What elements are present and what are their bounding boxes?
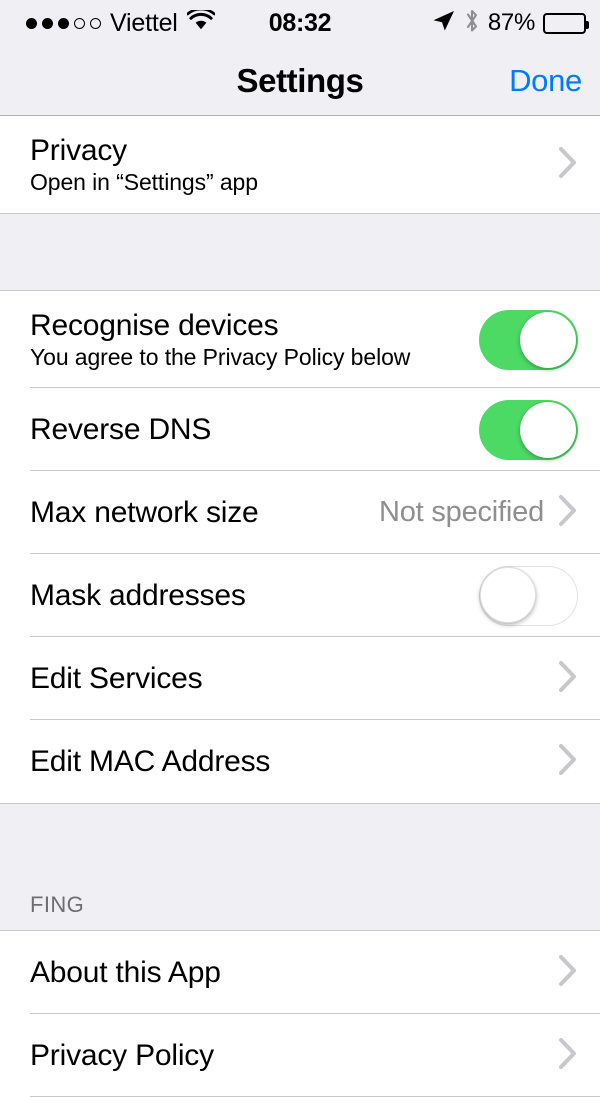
- row-reverse-dns[interactable]: Reverse DNS: [0, 388, 600, 471]
- battery-icon: [543, 12, 589, 34]
- row-recognise-devices-title: Recognise devices: [30, 308, 279, 342]
- section-header-fing: FING: [0, 803, 600, 931]
- row-edit-services-title: Edit Services: [30, 661, 203, 695]
- row-privacy-title: Privacy: [30, 133, 127, 167]
- row-privacy-subtitle: Open in “Settings” app: [30, 169, 258, 196]
- carrier-label: Viettel: [110, 8, 178, 37]
- location-arrow-icon: [431, 9, 456, 38]
- cellular-signal-icon: [26, 17, 101, 29]
- row-privacy-policy-text: Privacy Policy: [30, 1039, 214, 1073]
- row-max-network-size-value: Not specified: [378, 496, 544, 528]
- wifi-icon: [185, 7, 216, 36]
- done-button[interactable]: Done: [509, 63, 582, 99]
- navigation-bar: Settings Done: [0, 46, 600, 116]
- section-privacy: Privacy Open in “Settings” app: [0, 116, 600, 213]
- chevron-right-icon: [558, 146, 578, 184]
- row-edit-services-accessory: [558, 660, 578, 698]
- chevron-right-icon: [558, 660, 578, 698]
- row-edit-mac-address[interactable]: Edit MAC Address: [0, 720, 600, 803]
- section-gap: [0, 213, 600, 291]
- row-max-network-size-accessory: Not specified: [379, 494, 578, 532]
- row-mask-addresses-text: Mask addresses: [30, 579, 246, 613]
- row-edit-mac-address-title: Edit MAC Address: [30, 744, 271, 778]
- row-privacy-policy[interactable]: Privacy Policy: [0, 1014, 600, 1097]
- row-mask-addresses-accessory: [479, 565, 578, 626]
- row-about-this-app-accessory: [558, 954, 578, 992]
- row-privacy-policy-title: Privacy Policy: [30, 1038, 214, 1072]
- section-header-label: FING: [30, 892, 85, 917]
- row-max-network-size-text: Max network size: [30, 496, 259, 530]
- row-edit-mac-address-text: Edit MAC Address: [30, 745, 270, 779]
- row-reverse-dns-text: Reverse DNS: [30, 413, 211, 447]
- row-privacy-policy-accessory: [558, 1037, 578, 1075]
- row-mask-addresses-title: Mask addresses: [30, 578, 246, 612]
- row-mask-addresses[interactable]: Mask addresses: [0, 554, 600, 637]
- section-fing: About this App Privacy Policy: [0, 931, 600, 1097]
- row-reverse-dns-title: Reverse DNS: [30, 412, 212, 446]
- bluetooth-icon: [464, 8, 480, 39]
- row-privacy[interactable]: Privacy Open in “Settings” app: [0, 116, 600, 213]
- row-about-this-app-title: About this App: [30, 955, 221, 989]
- toggle-recognise-devices[interactable]: [479, 309, 578, 370]
- row-edit-services[interactable]: Edit Services: [0, 637, 600, 720]
- chevron-right-icon: [558, 1037, 578, 1075]
- status-bar-left: Viettel: [14, 7, 216, 38]
- row-reverse-dns-accessory: [479, 399, 578, 460]
- toggle-mask-addresses[interactable]: [479, 565, 578, 626]
- row-edit-mac-address-accessory: [558, 743, 578, 781]
- chevron-right-icon: [558, 494, 578, 532]
- status-bar: Viettel 08:32 87%: [0, 0, 600, 46]
- row-privacy-text: Privacy Open in “Settings” app: [30, 134, 258, 196]
- chevron-right-icon: [558, 743, 578, 781]
- row-about-this-app[interactable]: About this App: [0, 931, 600, 1014]
- chevron-right-icon: [558, 954, 578, 992]
- row-recognise-devices-accessory: [479, 309, 578, 370]
- row-max-network-size[interactable]: Max network size Not specified: [0, 471, 600, 554]
- toggle-reverse-dns[interactable]: [479, 399, 578, 460]
- row-edit-services-text: Edit Services: [30, 661, 203, 696]
- status-bar-right: 87%: [431, 8, 589, 39]
- row-about-this-app-text: About this App: [30, 956, 221, 990]
- row-recognise-devices-subtitle: You agree to the Privacy Policy below: [30, 344, 411, 371]
- battery-percent-label: 87%: [487, 9, 535, 36]
- row-privacy-accessory: [558, 146, 578, 184]
- row-recognise-devices[interactable]: Recognise devices You agree to the Priva…: [0, 291, 600, 388]
- section-network-options: Recognise devices You agree to the Priva…: [0, 291, 600, 803]
- row-max-network-size-title: Max network size: [30, 495, 259, 529]
- row-recognise-devices-text: Recognise devices You agree to the Priva…: [30, 309, 410, 371]
